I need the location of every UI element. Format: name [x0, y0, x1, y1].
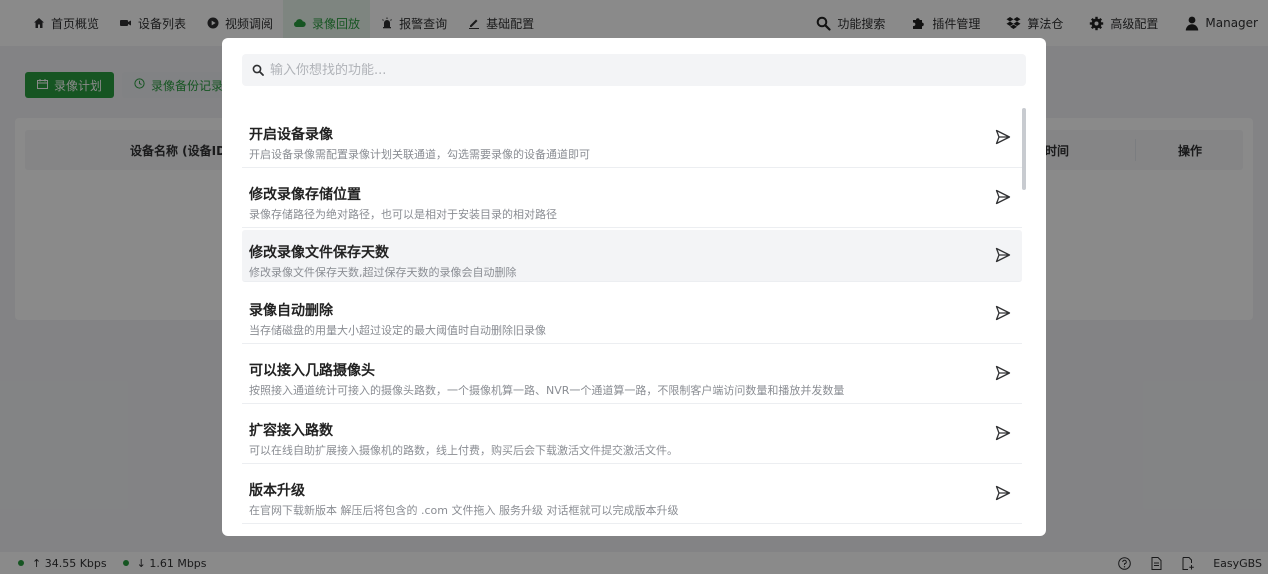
item-title: 开启设备录像 [249, 127, 333, 143]
send-icon[interactable] [994, 128, 1012, 146]
send-icon[interactable] [994, 364, 1012, 382]
list-item[interactable]: 开启设备录像 开启设备录像需配置录像计划关联通道，勾选需要录像的设备通道即可 [242, 108, 1022, 168]
item-description: 按照接入通道统计可接入的摄像头路数，一个摄像机算一路、NVR一个通道算一路，不限… [249, 384, 845, 397]
item-title: 版本升级 [249, 483, 305, 499]
result-list: 开启设备录像 开启设备录像需配置录像计划关联通道，勾选需要录像的设备通道即可 修… [242, 108, 1022, 524]
item-title: 修改录像存储位置 [249, 187, 361, 203]
search-icon [252, 61, 264, 80]
send-icon[interactable] [994, 424, 1012, 442]
item-description: 修改录像文件保存天数,超过保存天数的录像会自动删除 [249, 266, 517, 279]
send-icon[interactable] [994, 484, 1012, 502]
item-description: 当存储磁盘的用量大小超过设定的最大阈值时自动删除旧录像 [249, 324, 546, 337]
search-input[interactable] [270, 62, 1010, 78]
function-search-dialog: 开启设备录像 开启设备录像需配置录像计划关联通道，勾选需要录像的设备通道即可 修… [222, 38, 1046, 536]
item-title: 录像自动删除 [249, 303, 333, 319]
item-description: 在官网下载新版本 解压后将包含的 .com 文件拖入 服务升级 对话框就可以完成… [249, 504, 679, 517]
list-item[interactable]: 修改录像存储位置 录像存储路径为绝对路径，也可以是相对于安装目录的相对路径 [242, 168, 1022, 228]
list-item[interactable]: 扩容接入路数 可以在线自助扩展接入摄像机的路数，线上付费，购买后会下载激活文件提… [242, 404, 1022, 464]
list-item[interactable]: 可以接入几路摄像头 按照接入通道统计可接入的摄像头路数，一个摄像机算一路、NVR… [242, 344, 1022, 404]
search-box [242, 54, 1026, 86]
item-description: 可以在线自助扩展接入摄像机的路数，线上付费，购买后会下载激活文件提交激活文件。 [249, 444, 678, 457]
item-title: 可以接入几路摄像头 [249, 363, 375, 379]
send-icon[interactable] [994, 304, 1012, 322]
list-item[interactable]: 录像自动删除 当存储磁盘的用量大小超过设定的最大阈值时自动删除旧录像 [242, 284, 1022, 344]
item-description: 开启设备录像需配置录像计划关联通道，勾选需要录像的设备通道即可 [249, 148, 590, 161]
item-title: 扩容接入路数 [249, 423, 333, 439]
list-scrollbar[interactable] [1022, 108, 1026, 190]
list-item[interactable]: 版本升级 在官网下载新版本 解压后将包含的 .com 文件拖入 服务升级 对话框… [242, 464, 1022, 524]
item-description: 录像存储路径为绝对路径，也可以是相对于安装目录的相对路径 [249, 208, 557, 221]
list-item-highlighted[interactable]: 修改录像文件保存天数 修改录像文件保存天数,超过保存天数的录像会自动删除 [242, 230, 1022, 282]
item-title: 修改录像文件保存天数 [249, 245, 389, 261]
send-icon[interactable] [994, 188, 1012, 206]
send-icon[interactable] [994, 246, 1012, 264]
